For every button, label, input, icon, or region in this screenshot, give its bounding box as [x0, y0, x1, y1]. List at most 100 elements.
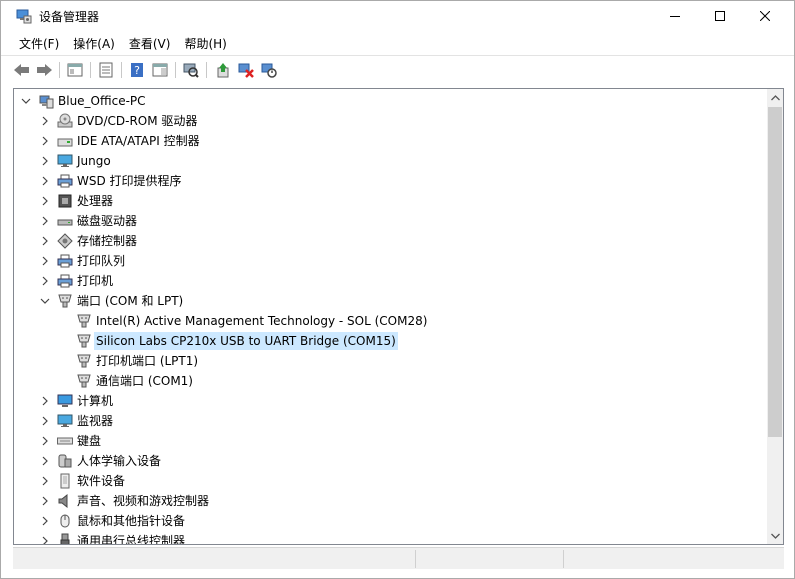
- action-pane-button[interactable]: [150, 60, 170, 80]
- tree-item[interactable]: 磁盘驱动器: [14, 211, 767, 231]
- chevron-right-icon[interactable]: [40, 136, 50, 146]
- chevron-down-icon[interactable]: [21, 96, 31, 106]
- tree-item-expanded[interactable]: 端口 (COM 和 LPT): [14, 291, 767, 311]
- tree-item-label: 软件设备: [77, 474, 126, 488]
- chevron-right-icon[interactable]: [40, 416, 50, 426]
- device-manager-icon: [16, 9, 32, 24]
- chevron-right-icon[interactable]: [40, 156, 50, 166]
- tree-item[interactable]: 声音、视频和游戏控制器: [14, 491, 767, 511]
- tree-item[interactable]: 存储控制器: [14, 231, 767, 251]
- maximize-button[interactable]: [697, 1, 743, 31]
- scroll-thumb[interactable]: [768, 107, 782, 437]
- properties-button[interactable]: [96, 60, 116, 80]
- speaker-icon: [58, 493, 68, 509]
- chevron-down-icon: [770, 533, 780, 539]
- tree-item-label: 计算机: [77, 394, 114, 408]
- tree-child-item-selected[interactable]: Silicon Labs CP210x USB to UART Bridge (…: [14, 331, 767, 351]
- update-driver-button[interactable]: [213, 60, 233, 80]
- computer-icon: [57, 394, 73, 407]
- title-bar: 设备管理器: [1, 1, 794, 31]
- close-button[interactable]: [742, 1, 788, 31]
- menu-file[interactable]: 文件(F): [12, 32, 66, 54]
- back-button[interactable]: [12, 60, 32, 80]
- tree-item-label: 打印机端口 (LPT1): [96, 354, 199, 368]
- tree-item[interactable]: 通用串行总线控制器: [14, 531, 767, 545]
- uninstall-device-icon: [238, 63, 254, 78]
- chevron-right-icon[interactable]: [40, 216, 50, 226]
- chevron-right-icon[interactable]: [40, 256, 50, 266]
- scan-hardware-button[interactable]: [181, 60, 201, 80]
- tree-item[interactable]: DVD/CD-ROM 驱动器: [14, 111, 767, 131]
- tree-item[interactable]: 打印队列: [14, 251, 767, 271]
- scroll-down-button[interactable]: [767, 527, 783, 544]
- disable-device-button[interactable]: [259, 60, 279, 80]
- storage-controller-icon: [57, 233, 73, 249]
- menu-action[interactable]: 操作(A): [66, 32, 122, 54]
- vertical-scrollbar[interactable]: [767, 89, 783, 544]
- tree-item[interactable]: 监视器: [14, 411, 767, 431]
- tree-item[interactable]: WSD 打印提供程序: [14, 171, 767, 191]
- chevron-right-icon[interactable]: [40, 236, 50, 246]
- menu-view[interactable]: 查看(V): [122, 32, 178, 54]
- tree-item[interactable]: IDE ATA/ATAPI 控制器: [14, 131, 767, 151]
- tree-child-item[interactable]: 打印机端口 (LPT1): [14, 351, 767, 371]
- chevron-right-icon[interactable]: [40, 436, 50, 446]
- tree-item-label: Silicon Labs CP210x USB to UART Bridge (…: [94, 332, 398, 350]
- port-icon: [77, 374, 91, 388]
- tree-item-label: 声音、视频和游戏控制器: [77, 494, 210, 508]
- tree-child-item[interactable]: Intel(R) Active Management Technology - …: [14, 311, 767, 331]
- tree-item-label: 打印队列: [77, 254, 126, 268]
- chevron-right-icon[interactable]: [40, 276, 50, 286]
- tree-item-label: 处理器: [77, 194, 114, 208]
- tree-item[interactable]: Jungo: [14, 151, 767, 171]
- chevron-right-icon[interactable]: [40, 516, 50, 526]
- help-icon: ?: [131, 63, 143, 77]
- tree-child-item[interactable]: 通信端口 (COM1): [14, 371, 767, 391]
- tree-root-row[interactable]: Blue_Office-PC: [14, 91, 767, 111]
- hid-icon: [58, 454, 72, 468]
- chevron-down-icon[interactable]: [40, 296, 50, 306]
- forward-button[interactable]: [34, 60, 54, 80]
- port-icon: [77, 334, 91, 348]
- dvd-drive-icon: [57, 113, 73, 128]
- chevron-right-icon[interactable]: [40, 196, 50, 206]
- scroll-up-button[interactable]: [767, 89, 783, 106]
- tree-item[interactable]: 处理器: [14, 191, 767, 211]
- chevron-right-icon[interactable]: [40, 116, 50, 126]
- tree-item[interactable]: 人体学输入设备: [14, 451, 767, 471]
- port-icon: [77, 354, 91, 368]
- tree-item[interactable]: 软件设备: [14, 471, 767, 491]
- uninstall-device-button[interactable]: [236, 60, 256, 80]
- chevron-right-icon[interactable]: [40, 456, 50, 466]
- properties-icon: [99, 62, 113, 78]
- tree-item[interactable]: 鼠标和其他指针设备: [14, 511, 767, 531]
- tree-item-label: 通信端口 (COM1): [96, 374, 193, 388]
- software-device-icon: [60, 473, 70, 489]
- help-button[interactable]: ?: [127, 60, 147, 80]
- usb-icon: [60, 533, 70, 544]
- svg-text:?: ?: [134, 64, 140, 77]
- computer-icon: [39, 95, 54, 109]
- menu-help[interactable]: 帮助(H): [177, 32, 233, 54]
- minimize-button[interactable]: [652, 1, 698, 31]
- tree-item-label: 端口 (COM 和 LPT): [77, 294, 184, 308]
- tree-item-label: 监视器: [77, 414, 114, 428]
- chevron-right-icon[interactable]: [40, 496, 50, 506]
- device-manager-window: 设备管理器 文件(F) 操作(A) 查看(V) 帮助(H) ? Blue_Off…: [0, 0, 795, 579]
- tree-item-label: 键盘: [77, 434, 102, 448]
- disable-device-icon: [261, 63, 277, 78]
- port-icon: [77, 314, 91, 328]
- chevron-right-icon[interactable]: [40, 536, 50, 545]
- processor-icon: [58, 194, 72, 208]
- chevron-right-icon[interactable]: [40, 396, 50, 406]
- tree-item[interactable]: 计算机: [14, 391, 767, 411]
- printer-icon: [57, 254, 73, 268]
- chevron-up-icon: [770, 94, 780, 100]
- port-icon: [58, 294, 72, 308]
- show-hide-tree-button[interactable]: [65, 60, 85, 80]
- chevron-right-icon[interactable]: [40, 476, 50, 486]
- tree-item[interactable]: 键盘: [14, 431, 767, 451]
- tree-item-label: 鼠标和其他指针设备: [77, 514, 186, 528]
- chevron-right-icon[interactable]: [40, 176, 50, 186]
- tree-item[interactable]: 打印机: [14, 271, 767, 291]
